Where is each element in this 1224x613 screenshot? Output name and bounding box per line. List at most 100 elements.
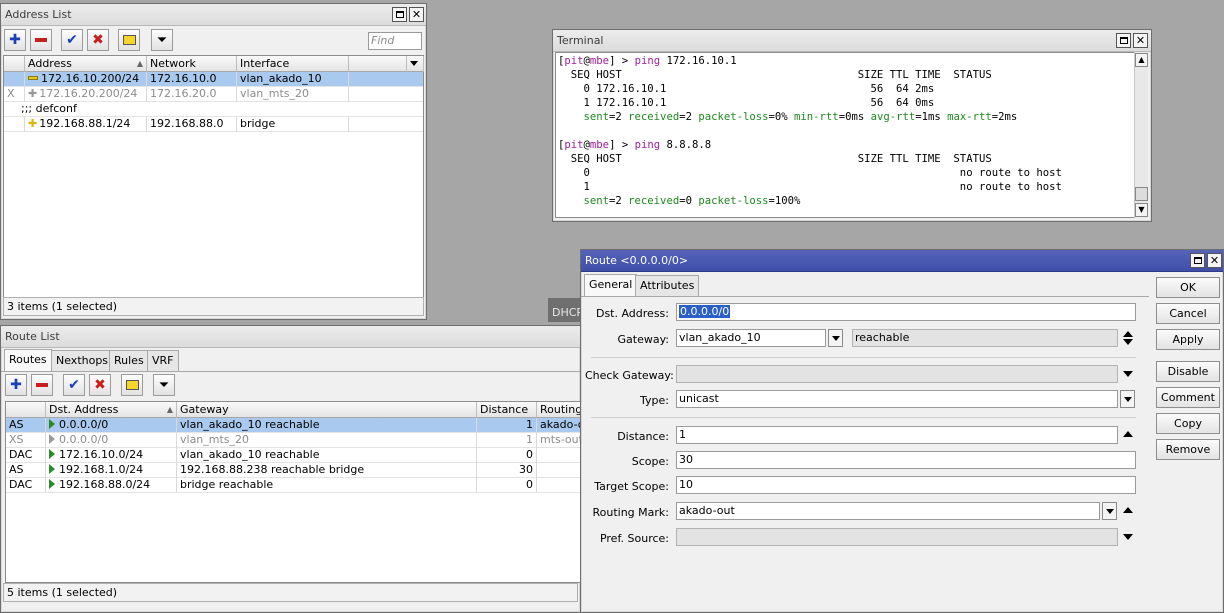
apply-button[interactable]: Apply [1156,329,1220,350]
disable-button[interactable]: Disable [1156,361,1220,382]
row-mark [537,478,582,493]
check-gateway-arrow-icon[interactable] [1123,371,1133,377]
column-header-distance[interactable]: Distance [477,402,537,418]
close-button[interactable]: ✕ [1207,253,1222,268]
terminal-text: =1ms [915,111,948,123]
table-row[interactable]: X ✚ 172.16.20.200/24 172.16.20.0 vlan_mts… [4,87,423,102]
routing-mark-collapse-arrow-icon[interactable] [1123,507,1133,513]
pref-source-field[interactable] [676,528,1118,546]
comment-button[interactable] [121,374,143,396]
tab-routes[interactable]: Routes [4,349,52,371]
column-header-interface[interactable]: Interface [237,56,349,72]
type-dropdown-button[interactable] [1120,390,1135,408]
close-button[interactable]: ✕ [1133,33,1148,48]
terminal-output[interactable]: [pit@mbe] > ping 172.16.10.1 SEQ HOST SI… [555,52,1135,218]
disable-button[interactable]: ✖ [87,29,109,51]
add-button[interactable]: ✚ [5,374,27,396]
copy-button[interactable]: Copy [1156,413,1220,434]
pref-source-arrow-icon[interactable] [1123,534,1133,540]
disable-button[interactable]: ✖ [89,374,111,396]
table-row[interactable]: ✚ 192.168.88.1/24 192.168.88.0 bridge [4,117,423,132]
address-table: Address ▲ Network Interface 172.16.10.200… [3,55,424,298]
column-header-routing-mark[interactable]: Routing M [537,402,582,418]
close-button[interactable]: ✕ [409,7,424,22]
scope-field[interactable]: 30 [676,451,1136,469]
column-header-address[interactable]: Address ▲ [25,56,147,72]
scroll-down-button[interactable]: ▼ [1135,203,1148,217]
routing-mark-field[interactable]: akado-out [676,502,1100,520]
column-header-flags[interactable] [6,402,46,418]
column-header-network[interactable]: Network [147,56,237,72]
row-network: 172.16.10.0 [147,72,237,87]
row-flags: XS [6,433,46,448]
comment-button[interactable] [118,29,140,51]
terminal-text: mbe [589,139,610,151]
comment-button[interactable]: Comment [1156,387,1220,408]
tab-rules[interactable]: Rules [109,350,149,371]
tab-vrf[interactable]: VRF [147,350,179,371]
tab-divider [1,371,580,372]
cancel-button[interactable]: Cancel [1156,303,1220,324]
terminal-text: received [628,195,680,207]
window-title: Terminal [557,34,604,47]
tab-attributes[interactable]: Attributes [635,275,700,296]
terminal-titlebar[interactable]: Terminal ✕ [553,30,1151,52]
enable-button[interactable]: ✔ [63,374,85,396]
distance-field[interactable]: 1 [676,426,1118,444]
maximize-button[interactable] [392,7,407,22]
gateway-field[interactable]: vlan_akado_10 [676,329,826,347]
row-distance: 0 [477,478,537,493]
target-scope-field[interactable]: 10 [676,476,1136,494]
terminal-scrollbar[interactable]: ▲ ▼ [1134,52,1148,218]
type-field[interactable]: unicast [676,390,1118,408]
check-gateway-field[interactable] [676,365,1118,383]
find-input[interactable]: Find [368,32,422,50]
dst-address-field[interactable]: 0.0.0.0/0 [676,303,1136,321]
row-gateway: 192.168.88.238 reachable bridge [177,463,477,478]
row-network: 172.16.20.0 [147,87,237,102]
remove-button[interactable]: Remove [1156,439,1220,460]
remove-button[interactable] [30,29,52,51]
add-button[interactable]: ✚ [4,29,26,51]
address-list-titlebar[interactable]: Address List ✕ [1,4,426,26]
terminal-text: packet-loss [698,195,769,207]
route-list-titlebar[interactable]: Route List [1,326,580,348]
maximize-button[interactable] [1116,33,1131,48]
maximize-icon [1119,37,1128,44]
ok-button[interactable]: OK [1156,277,1220,298]
row-gateway: vlan_mts_20 [177,433,477,448]
route-active-icon [49,479,55,489]
table-row[interactable]: DAC 172.16.10.0/24 vlan_akado_10 reachable… [6,448,582,463]
route-dialog-titlebar[interactable]: Route <0.0.0.0/0> ✕ [581,250,1223,272]
row-network: 192.168.88.0 [147,117,237,132]
table-row[interactable]: AS 0.0.0.0/0 vlan_akado_10 reachable 1 akado… [6,418,582,433]
column-header-dst-address[interactable]: Dst. Address ▲ [46,402,177,418]
tab-general[interactable]: General [584,274,638,296]
gateway-dropdown-button[interactable] [828,329,843,347]
enable-button[interactable]: ✔ [61,29,83,51]
address-icon: ✚ [28,87,38,100]
remove-button[interactable] [31,374,53,396]
column-menu-button[interactable] [407,56,424,72]
scroll-thumb[interactable] [1135,187,1148,201]
row-address: ✚ 172.16.20.200/24 [25,87,147,102]
terminal-text: pit [564,139,584,151]
routing-mark-dropdown-button[interactable] [1102,502,1117,520]
gateway-add-arrow-icon[interactable] [1123,331,1133,337]
tab-nexthops[interactable]: Nexthops [51,350,114,371]
maximize-button[interactable] [1190,253,1205,268]
filter-button[interactable]: ⏷ [153,374,175,396]
table-row[interactable]: 172.16.10.200/24 172.16.10.0 vlan_akado_… [4,72,423,87]
gateway-remove-arrow-icon[interactable] [1123,339,1133,345]
column-header-gateway[interactable]: Gateway [177,402,477,418]
dst-text: 172.16.10.0/24 [59,448,144,461]
filter-button[interactable]: ⏷ [151,29,173,51]
table-row[interactable]: XS 0.0.0.0/0 vlan_mts_20 1 mts-out [6,433,582,448]
table-row[interactable]: AS 192.168.1.0/24 192.168.88.238 reachable… [6,463,582,478]
table-row[interactable]: DAC 192.168.88.0/24 bridge reachable 0 [6,478,582,493]
column-header-extra[interactable] [349,56,407,72]
comment-row[interactable]: ;;; defconf [4,102,423,117]
distance-collapse-arrow-icon[interactable] [1123,431,1133,437]
column-header-flag[interactable] [4,56,25,72]
scroll-up-button[interactable]: ▲ [1135,53,1148,67]
